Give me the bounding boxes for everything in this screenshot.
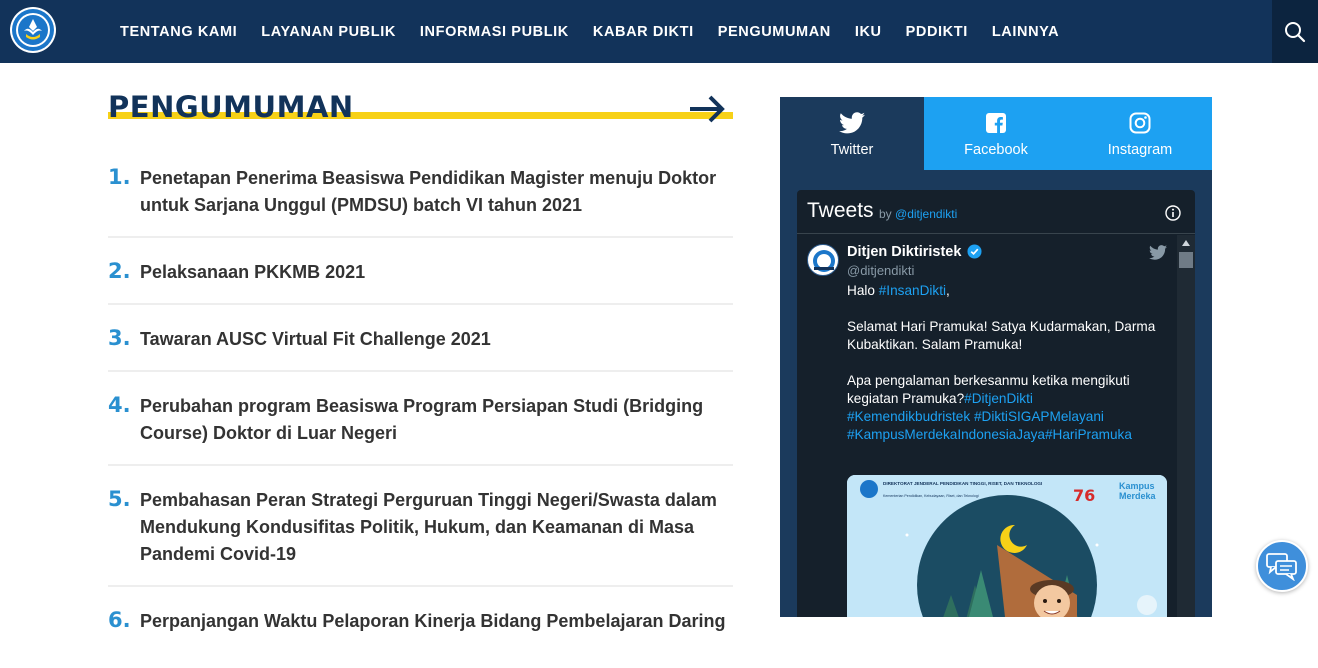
list-item[interactable]: 4. Perubahan program Beasiswa Program Pe… [108, 388, 733, 466]
item-number: 4. [108, 393, 131, 417]
facebook-icon [986, 112, 1006, 133]
list-item[interactable]: 1. Penetapan Penerima Beasiswa Pendidika… [108, 160, 733, 238]
social-media-panel: Twitter Facebook Instagram Tweets by @di… [780, 97, 1212, 617]
announcement-link[interactable]: Pelaksanaan PKKMB 2021 [140, 259, 365, 286]
nav-informasi-publik[interactable]: INFORMASI PUBLIK [420, 24, 569, 40]
tab-instagram[interactable]: Instagram [1068, 97, 1212, 170]
nav-iku[interactable]: IKU [855, 24, 882, 40]
tweet-text: Halo #InsanDikti, Selamat Hari Pramuka! … [847, 282, 1177, 444]
nav-kabar-dikti[interactable]: KABAR DIKTI [593, 24, 694, 40]
twitter-icon [839, 111, 865, 133]
twitter-bird-icon[interactable] [1149, 245, 1167, 260]
top-navbar: TENTANG KAMI LAYANAN PUBLIK INFORMASI PU… [0, 0, 1318, 63]
item-number: 3. [108, 326, 131, 350]
instagram-icon [1129, 112, 1151, 133]
social-tabs: Twitter Facebook Instagram [780, 97, 1212, 170]
scroll-up-button[interactable] [1177, 235, 1195, 251]
tweet-punct: , [946, 283, 950, 298]
nav-layanan-publik[interactable]: LAYANAN PUBLIK [261, 24, 396, 40]
timeline-scrollbar[interactable] [1177, 235, 1195, 617]
search-button[interactable] [1272, 0, 1318, 63]
chat-button[interactable] [1256, 540, 1308, 592]
list-item[interactable]: 6. Perpanjangan Waktu Pelaporan Kinerja … [108, 603, 733, 652]
list-item[interactable]: 2. Pelaksanaan PKKMB 2021 [108, 254, 733, 305]
hashtag-link[interactable]: #Kemendikbudristek [847, 409, 970, 424]
tweet[interactable]: Ditjen Diktiristek @ditjendikti Halo #In… [797, 235, 1177, 617]
nav-lainnya[interactable]: LAINNYA [992, 24, 1059, 40]
media-org-text: DIREKTORAT JENDERAL PENDIDIKAN TINGGI, R… [883, 481, 1042, 486]
tab-twitter[interactable]: Twitter [780, 97, 924, 170]
verified-badge-icon [967, 244, 982, 259]
avatar[interactable] [807, 244, 839, 276]
tweet-paragraph: Selamat Hari Pramuka! Satya Kudarmakan, … [847, 319, 1156, 352]
announcement-link[interactable]: Perpanjangan Waktu Pelaporan Kinerja Bid… [140, 608, 725, 635]
announcement-link[interactable]: Tawaran AUSC Virtual Fit Challenge 2021 [140, 326, 491, 353]
media-merdeka-text: Merdeka [1119, 491, 1157, 501]
scroll-thumb[interactable] [1179, 252, 1193, 268]
arrow-right-icon[interactable] [688, 94, 728, 124]
main-menu: TENTANG KAMI LAYANAN PUBLIK INFORMASI PU… [108, 0, 1071, 63]
caret-up-icon [1182, 240, 1190, 246]
item-number: 1. [108, 165, 131, 189]
item-number: 2. [108, 259, 131, 283]
section-header: PENGUMUMAN [108, 90, 733, 130]
hashtag-link[interactable]: #DiktiSIGAPMelayani [974, 409, 1104, 424]
timeline-byline: by @ditjendikti [879, 207, 957, 221]
list-item[interactable]: 3. Tawaran AUSC Virtual Fit Challenge 20… [108, 321, 733, 372]
page-title: PENGUMUMAN [108, 90, 354, 124]
announcement-link[interactable]: Perubahan program Beasiswa Program Persi… [140, 393, 733, 447]
hashtag-link[interactable]: #InsanDikti [879, 283, 946, 298]
author-handle[interactable]: @ditjendikti [847, 263, 914, 278]
announcement-link[interactable]: Penetapan Penerima Beasiswa Pendidikan M… [140, 165, 733, 219]
tab-label: Instagram [1107, 141, 1173, 158]
nav-pengumuman[interactable]: PENGUMUMAN [718, 24, 831, 40]
timeline-title: Tweets [807, 199, 874, 222]
tweet-image[interactable]: DIREKTORAT JENDERAL PENDIDIKAN TINGGI, R… [847, 475, 1167, 617]
list-item[interactable]: 5. Pembahasan Peran Strategi Perguruan T… [108, 482, 733, 587]
search-icon [1285, 21, 1306, 42]
item-number: 6. [108, 608, 131, 632]
chat-bubbles-icon [1266, 553, 1297, 581]
tweet-greeting: Halo [847, 283, 875, 298]
tab-label: Facebook [964, 141, 1028, 158]
hashtag-link[interactable]: #DitjenDikti [964, 391, 1033, 406]
timeline-handle-link[interactable]: @ditjendikti [895, 207, 957, 221]
tab-facebook[interactable]: Facebook [924, 97, 1068, 170]
media-sub-text: Kementerian Pendidikan, Kebudayaan, Rise… [883, 494, 979, 498]
author-name[interactable]: Ditjen Diktiristek [847, 244, 961, 260]
timeline-header: Tweets by @ditjendikti [797, 190, 1195, 234]
tab-label: Twitter [830, 141, 874, 158]
nav-pddikti[interactable]: PDDIKTI [906, 24, 968, 40]
announcement-list: 1. Penetapan Penerima Beasiswa Pendidika… [108, 160, 733, 668]
kemdikbud-logo[interactable] [10, 7, 56, 53]
item-number: 5. [108, 487, 131, 511]
hashtag-link[interactable]: #HariPramuka [1045, 427, 1132, 442]
hashtag-link[interactable]: #KampusMerdekaIndonesiaJaya [847, 427, 1045, 442]
twitter-timeline: Tweets by @ditjendikti Ditjen Diktiriste… [797, 190, 1195, 617]
info-icon[interactable] [1165, 205, 1181, 221]
media-kampus-text: Kampus [1119, 481, 1155, 491]
media-76-text: 76 [1073, 486, 1095, 505]
nav-tentang-kami[interactable]: TENTANG KAMI [120, 24, 237, 40]
announcement-link[interactable]: Pembahasan Peran Strategi Perguruan Ting… [140, 487, 733, 568]
byline-label: by [879, 207, 892, 221]
